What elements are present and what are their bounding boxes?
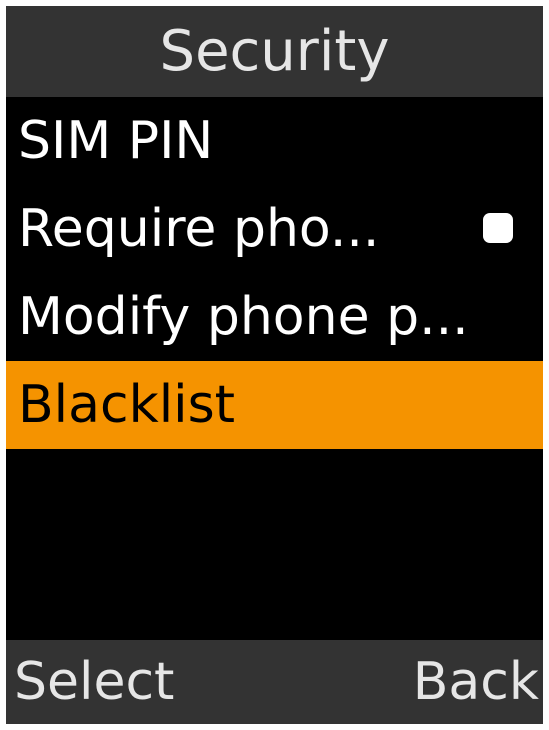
menu-item-modify-phone-password[interactable]: Modify phone p... — [6, 273, 543, 361]
menu-item-label: Modify phone p... — [18, 287, 469, 347]
phone-screen: Security SIM PIN Require pho... Modify p… — [6, 6, 543, 724]
menu-item-require-phone-password[interactable]: Require pho... — [6, 185, 543, 273]
require-password-checkbox[interactable] — [483, 213, 513, 243]
menu-item-blacklist[interactable]: Blacklist — [6, 361, 543, 449]
menu-item-label: Require pho... — [18, 199, 380, 259]
settings-menu: SIM PIN Require pho... Modify phone p...… — [6, 97, 543, 449]
title-bar: Security — [6, 6, 543, 97]
page-title: Security — [159, 18, 390, 84]
softkey-bar: Select Back — [6, 640, 543, 724]
menu-item-sim-pin[interactable]: SIM PIN — [6, 97, 543, 185]
menu-item-label: SIM PIN — [18, 111, 214, 171]
menu-item-label: Blacklist — [18, 375, 236, 435]
select-softkey[interactable]: Select — [14, 640, 174, 724]
back-softkey[interactable]: Back — [413, 640, 539, 724]
